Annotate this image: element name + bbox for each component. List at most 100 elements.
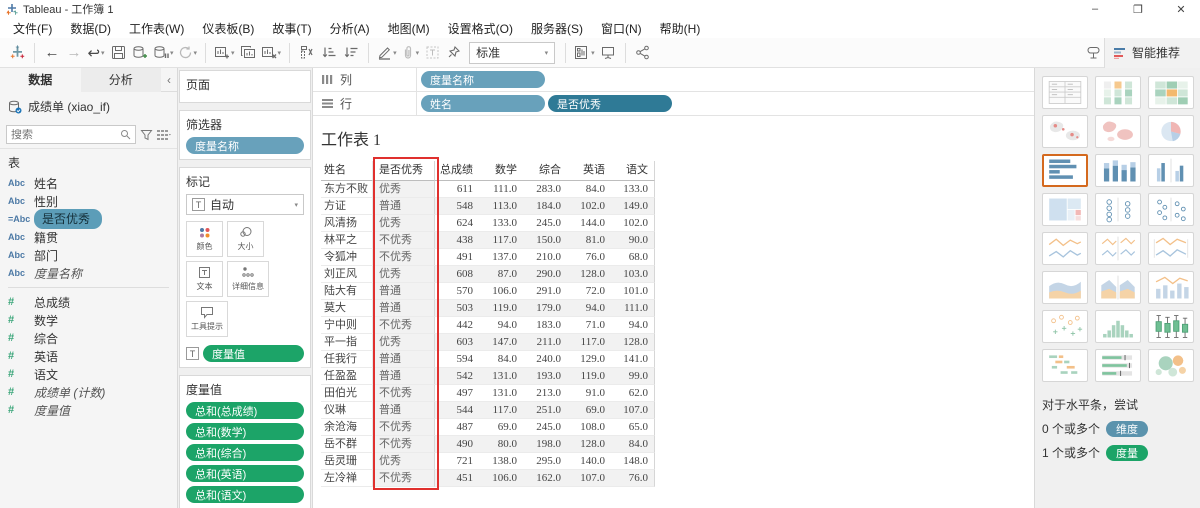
showme-text-table[interactable] (1042, 76, 1088, 109)
showme-dual-combination[interactable] (1148, 271, 1194, 304)
detail-button[interactable]: 详细信息 (227, 261, 269, 297)
cell-math[interactable]: 133.0 (479, 215, 523, 232)
measure-field[interactable]: # 英语 (0, 347, 177, 365)
measure-values-card[interactable]: 度量值 总和(总成绩) 总和(数学) 总和(综合) 总和(英语) 总和(语文) (179, 375, 311, 508)
measure-field[interactable]: # 数学 (0, 311, 177, 329)
cell-excellent-flag[interactable]: 不优秀 (373, 232, 435, 249)
text-button[interactable]: 文本 (186, 261, 223, 297)
cell-math[interactable]: 87.0 (479, 266, 523, 283)
cell-excellent-flag[interactable]: 不优秀 (373, 249, 435, 266)
showme-side-by-side-bars[interactable] (1148, 154, 1194, 187)
column-header[interactable]: 姓名 (321, 161, 373, 181)
showme-heatmap[interactable] (1095, 76, 1141, 109)
table-row[interactable]: 莫大 普通 503 119.0 179.0 94.0 111.0 (321, 300, 657, 317)
measure-field[interactable]: # 总成绩 (0, 293, 177, 311)
cell-total-score[interactable]: 624 (435, 215, 479, 232)
dimension-field[interactable]: Abc 姓名 (0, 174, 177, 192)
table-row[interactable]: 仪琳 普通 544 117.0 251.0 69.0 107.0 (321, 402, 657, 419)
showme-stacked-bars[interactable] (1095, 154, 1141, 187)
cell-math[interactable]: 94.0 (479, 317, 523, 334)
cell-chinese[interactable]: 102.0 (611, 215, 655, 232)
cell-name[interactable]: 岳不群 (321, 436, 373, 453)
menu-item[interactable]: 分析(A) (321, 18, 379, 38)
cell-comprehensive[interactable]: 210.0 (523, 249, 567, 266)
showme-dual-lines[interactable] (1148, 232, 1194, 265)
table-row[interactable]: 余沧海 不优秀 487 69.0 245.0 108.0 65.0 (321, 419, 657, 436)
forward-icon[interactable]: → (63, 41, 85, 65)
menu-item[interactable]: 数据(D) (61, 18, 120, 38)
menu-item[interactable]: 地图(M) (379, 18, 439, 38)
share-icon[interactable] (632, 41, 654, 65)
cell-total-score[interactable]: 721 (435, 453, 479, 470)
marks-card[interactable]: 标记 T 自动 ▾ 颜色 大小 文本 详细信息 工具提示 T 度量值 (179, 167, 311, 368)
cell-total-score[interactable]: 442 (435, 317, 479, 334)
restore-button[interactable]: ❐ (1119, 0, 1157, 18)
showme-area-discrete[interactable] (1095, 271, 1141, 304)
cell-math[interactable]: 119.0 (479, 300, 523, 317)
view-options-icon[interactable] (157, 129, 171, 141)
cell-excellent-flag[interactable]: 不优秀 (373, 419, 435, 436)
dimension-field[interactable]: Abc 性别 (0, 192, 177, 210)
table-row[interactable]: 左冷禅 不优秀 451 106.0 162.0 107.0 76.0 (321, 470, 657, 487)
duplicate-sheet-icon[interactable] (237, 41, 259, 65)
table-row[interactable]: 田伯光 不优秀 497 131.0 213.0 91.0 62.0 (321, 385, 657, 402)
cell-excellent-flag[interactable]: 优秀 (373, 215, 435, 232)
table-row[interactable]: 风清扬 优秀 624 133.0 245.0 144.0 102.0 (321, 215, 657, 232)
save-icon[interactable] (107, 41, 129, 65)
new-worksheet-icon[interactable]: ▾ (212, 41, 237, 65)
table-row[interactable]: 林平之 不优秀 438 117.0 150.0 81.0 90.0 (321, 232, 657, 249)
measure-value-pill[interactable]: 总和(总成绩) (186, 402, 304, 419)
presentation-mode-icon[interactable] (597, 41, 619, 65)
cell-comprehensive[interactable]: 193.0 (523, 368, 567, 385)
refresh-icon[interactable]: ▾ (176, 41, 200, 65)
measure-value-pill[interactable]: 总和(数学) (186, 423, 304, 440)
columns-shelf-pill[interactable]: 度量名称 (421, 71, 545, 88)
cell-name[interactable]: 刘正风 (321, 266, 373, 283)
tableau-home-icon[interactable] (6, 41, 28, 65)
showme-scatter-plot[interactable] (1042, 310, 1088, 343)
cell-chinese[interactable]: 62.0 (611, 385, 655, 402)
cell-name[interactable]: 陆大有 (321, 283, 373, 300)
cell-english[interactable]: 94.0 (567, 300, 611, 317)
cell-chinese[interactable]: 107.0 (611, 402, 655, 419)
cell-english[interactable]: 102.0 (567, 198, 611, 215)
cell-chinese[interactable]: 94.0 (611, 317, 655, 334)
dimension-field[interactable]: Abc 度量名称 (0, 264, 177, 282)
cell-english[interactable]: 117.0 (567, 334, 611, 351)
close-button[interactable]: ✕ (1162, 0, 1200, 18)
rows-shelf-pill[interactable]: 姓名 (421, 95, 545, 112)
back-icon[interactable]: ← (41, 41, 63, 65)
showme-lines-discrete[interactable] (1095, 232, 1141, 265)
cell-english[interactable]: 140.0 (567, 453, 611, 470)
measure-field[interactable]: # 成绩单 (计数) (0, 383, 177, 401)
filter-fields-icon[interactable] (140, 129, 153, 141)
cell-english[interactable]: 128.0 (567, 266, 611, 283)
sort-descending-icon[interactable] (340, 41, 362, 65)
cell-chinese[interactable]: 149.0 (611, 198, 655, 215)
cell-name[interactable]: 风清扬 (321, 215, 373, 232)
collapse-pane-icon[interactable]: ‹ (161, 73, 177, 87)
cell-english[interactable]: 76.0 (567, 249, 611, 266)
showme-filled-map[interactable] (1095, 115, 1141, 148)
cell-total-score[interactable]: 438 (435, 232, 479, 249)
table-row[interactable]: 岳灵珊 优秀 721 138.0 295.0 140.0 148.0 (321, 453, 657, 470)
cell-excellent-flag[interactable]: 不优秀 (373, 436, 435, 453)
cell-excellent-flag[interactable]: 不优秀 (373, 470, 435, 487)
new-datasource-icon[interactable] (129, 41, 151, 65)
cell-chinese[interactable]: 148.0 (611, 453, 655, 470)
cell-total-score[interactable]: 542 (435, 368, 479, 385)
showme-packed-bubbles[interactable] (1148, 349, 1194, 382)
cell-name[interactable]: 令狐冲 (321, 249, 373, 266)
cell-comprehensive[interactable]: 240.0 (523, 351, 567, 368)
table-row[interactable]: 刘正风 优秀 608 87.0 290.0 128.0 103.0 (321, 266, 657, 283)
cell-math[interactable]: 131.0 (479, 385, 523, 402)
dimension-field[interactable]: Abc 籍贯 (0, 228, 177, 246)
cell-total-score[interactable]: 503 (435, 300, 479, 317)
rows-shelf[interactable]: 行 姓名 是否优秀 (313, 92, 1034, 116)
measure-value-pill[interactable]: 总和(综合) (186, 444, 304, 461)
cell-excellent-flag[interactable]: 普通 (373, 351, 435, 368)
dimension-field[interactable]: Abc 部门 (0, 246, 177, 264)
cell-comprehensive[interactable]: 283.0 (523, 181, 567, 198)
showme-lines-continuous[interactable] (1042, 232, 1088, 265)
rows-shelf-pill[interactable]: 是否优秀 (548, 95, 672, 112)
